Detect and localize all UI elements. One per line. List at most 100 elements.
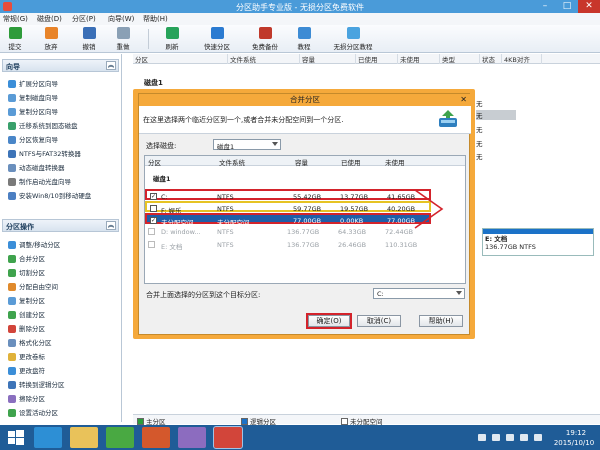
menu-help[interactable]: 帮助(H) xyxy=(143,14,168,24)
op-create[interactable]: 创建分区 xyxy=(8,309,45,320)
network-icon[interactable] xyxy=(506,434,514,441)
partition-panel-header[interactable]: 分区操作 ︽ xyxy=(2,219,119,232)
commit-button[interactable]: 提交 xyxy=(4,27,26,52)
col-free[interactable]: 未使用 xyxy=(398,54,440,64)
menu-disk[interactable]: 磁盘(D) xyxy=(37,14,62,24)
op-copy[interactable]: 复制分区 xyxy=(8,295,45,306)
paint-icon[interactable] xyxy=(178,427,206,448)
disk-map-partition-e[interactable]: E: 文档 136.77GB NTFS xyxy=(482,228,594,256)
op-resize-move[interactable]: 调整/移动分区 xyxy=(8,239,60,250)
wizard-ntfs-fat32[interactable]: NTFS与FAT32转换器 xyxy=(8,148,81,159)
menu-wizard[interactable]: 向导(W) xyxy=(108,14,134,24)
tutorial-button[interactable]: 教程 xyxy=(292,27,316,52)
maximize-button[interactable]: □ xyxy=(556,0,578,13)
op-change-letter[interactable]: 更改盘符 xyxy=(8,365,45,376)
th-free: 未使用 xyxy=(385,159,405,167)
unallocated-swatch xyxy=(341,418,348,425)
allocate-icon xyxy=(8,283,16,291)
boot-disc-icon xyxy=(8,178,16,186)
checkbox-unallocated[interactable]: ✓ xyxy=(150,217,157,224)
wizard-extend-partition[interactable]: 扩展分区向导 xyxy=(8,78,58,89)
op-merge[interactable]: 合并分区 xyxy=(8,253,45,264)
partition-table-header: 分区 文件系统 容量 已使用 未使用 类型 状态 4KB对齐 xyxy=(133,54,600,64)
checkbox-f[interactable] xyxy=(150,205,157,212)
col-status[interactable]: 状态 xyxy=(480,54,502,64)
flag-icon[interactable] xyxy=(492,434,500,441)
toolbar-separator xyxy=(148,29,149,49)
op-set-active[interactable]: 设置活动分区 xyxy=(8,407,58,418)
op-allocate-space[interactable]: 分配自由空间 xyxy=(8,281,58,292)
recovery-icon xyxy=(8,136,16,144)
clock-date[interactable]: 2015/10/10 xyxy=(550,439,598,447)
col-4k-align[interactable]: 4KB对齐 xyxy=(502,54,542,64)
redo-button[interactable]: 重做 xyxy=(112,27,134,52)
media-icon[interactable] xyxy=(142,427,170,448)
op-split[interactable]: 切割分区 xyxy=(8,267,45,278)
wizard-copy-partition[interactable]: 复制分区向导 xyxy=(8,106,58,117)
partition-row-f[interactable]: F: 娱乐 NTFS 59.77GB 19.57GB 40.20GB xyxy=(145,201,431,215)
ie-icon[interactable] xyxy=(34,427,62,448)
volume-icon[interactable] xyxy=(520,434,528,441)
wizard-dynamic-disk[interactable]: 动态磁盘转换器 xyxy=(8,162,65,173)
collapse-icon[interactable]: ︽ xyxy=(106,221,116,230)
op-to-logical[interactable]: 转换到逻辑分区 xyxy=(8,379,65,390)
clock-time[interactable]: 19:12 xyxy=(554,429,598,437)
discard-button[interactable]: 放弃 xyxy=(40,27,62,52)
wizard-win-to-go[interactable]: 安装Win8/10到移动硬盘 xyxy=(8,190,91,201)
minimize-button[interactable]: – xyxy=(534,0,556,13)
taskbar: 19:12 2015/10/10 xyxy=(0,425,600,450)
store-icon[interactable] xyxy=(106,427,134,448)
windows-start-icon[interactable] xyxy=(4,429,28,446)
tray-arrow-icon[interactable] xyxy=(478,434,486,441)
quick-partition-button[interactable]: 快速分区 xyxy=(197,27,237,52)
create-icon xyxy=(8,311,16,319)
wizard-boot-disc[interactable]: 制作启动光盘向导 xyxy=(8,176,71,187)
col-type[interactable]: 类型 xyxy=(440,54,480,64)
lossless-tutorial-button[interactable]: 无损分区教程 xyxy=(328,27,378,52)
wizard-copy-disk[interactable]: 复制磁盘向导 xyxy=(8,92,58,103)
merge-icon xyxy=(8,255,16,263)
window-title: 分区助手专业版 - 无损分区免费软件 xyxy=(236,3,364,12)
op-wipe[interactable]: 擦除分区 xyxy=(8,393,45,404)
partition-row-unallocated[interactable]: ✓ 未分配空间 未分配空间 77.00GB 0.00KB 77.00GB xyxy=(145,213,431,227)
partition-assistant-icon[interactable] xyxy=(213,426,243,449)
col-filesystem[interactable]: 文件系统 xyxy=(228,54,300,64)
menu-partition[interactable]: 分区(P) xyxy=(72,14,96,24)
ok-button[interactable]: 确定(O) xyxy=(306,313,352,329)
op-format[interactable]: 格式化分区 xyxy=(8,337,52,348)
checkbox-c[interactable]: ✓ xyxy=(150,193,157,200)
partition-row-c[interactable]: ✓ C: NTFS 55.42GB 13.77GB 41.65GB xyxy=(145,189,431,201)
op-change-label[interactable]: 更改卷标 xyxy=(8,351,45,362)
keyboard-icon[interactable] xyxy=(534,434,542,441)
cancel-button[interactable]: 取消(C) xyxy=(357,315,401,327)
free-backup-button[interactable]: 免费备份 xyxy=(245,27,285,52)
usb-icon xyxy=(8,192,16,200)
redo-icon xyxy=(116,27,130,39)
close-icon[interactable]: ✕ xyxy=(460,95,467,105)
col-partition[interactable]: 分区 xyxy=(133,54,228,64)
menu-general[interactable]: 常规(G) xyxy=(3,14,28,24)
undo-button[interactable]: 撤销 xyxy=(78,27,100,52)
select-disk-dropdown[interactable]: 磁盘1 xyxy=(213,139,281,151)
wizard-partition-recovery[interactable]: 分区恢复向导 xyxy=(8,134,58,145)
col-capacity[interactable]: 容量 xyxy=(300,54,356,64)
dialog-banner: 在这里选择两个临近分区到一个,或者合并未分配空间到一个分区. xyxy=(139,106,471,134)
wizard-panel-header[interactable]: 向导 ︽ xyxy=(2,59,119,72)
undo-icon xyxy=(82,27,96,39)
file-explorer-icon[interactable] xyxy=(70,427,98,448)
wipe-icon xyxy=(8,395,16,403)
collapse-icon[interactable]: ︽ xyxy=(106,61,116,70)
col-used[interactable]: 已使用 xyxy=(356,54,398,64)
extend-icon xyxy=(8,80,16,88)
partition-row-d: D: window... NTFS 136.77GB 64.33GB 72.44… xyxy=(145,226,431,237)
wizard-migrate-ssd[interactable]: 迁移系统到固态磁盘 xyxy=(8,120,78,131)
op-delete[interactable]: 删除分区 xyxy=(8,323,45,334)
close-button[interactable]: ✕ xyxy=(578,0,600,13)
select-disk-label: 选择磁盘: xyxy=(146,142,177,150)
help-button[interactable]: 帮助(H) xyxy=(419,315,463,327)
th-filesystem: 文件系统 xyxy=(219,159,245,167)
discard-icon xyxy=(44,27,58,39)
refresh-button[interactable]: 刷新 xyxy=(160,27,184,52)
annotation-arrow-icon xyxy=(414,189,444,229)
target-partition-dropdown[interactable]: C: xyxy=(373,288,465,299)
